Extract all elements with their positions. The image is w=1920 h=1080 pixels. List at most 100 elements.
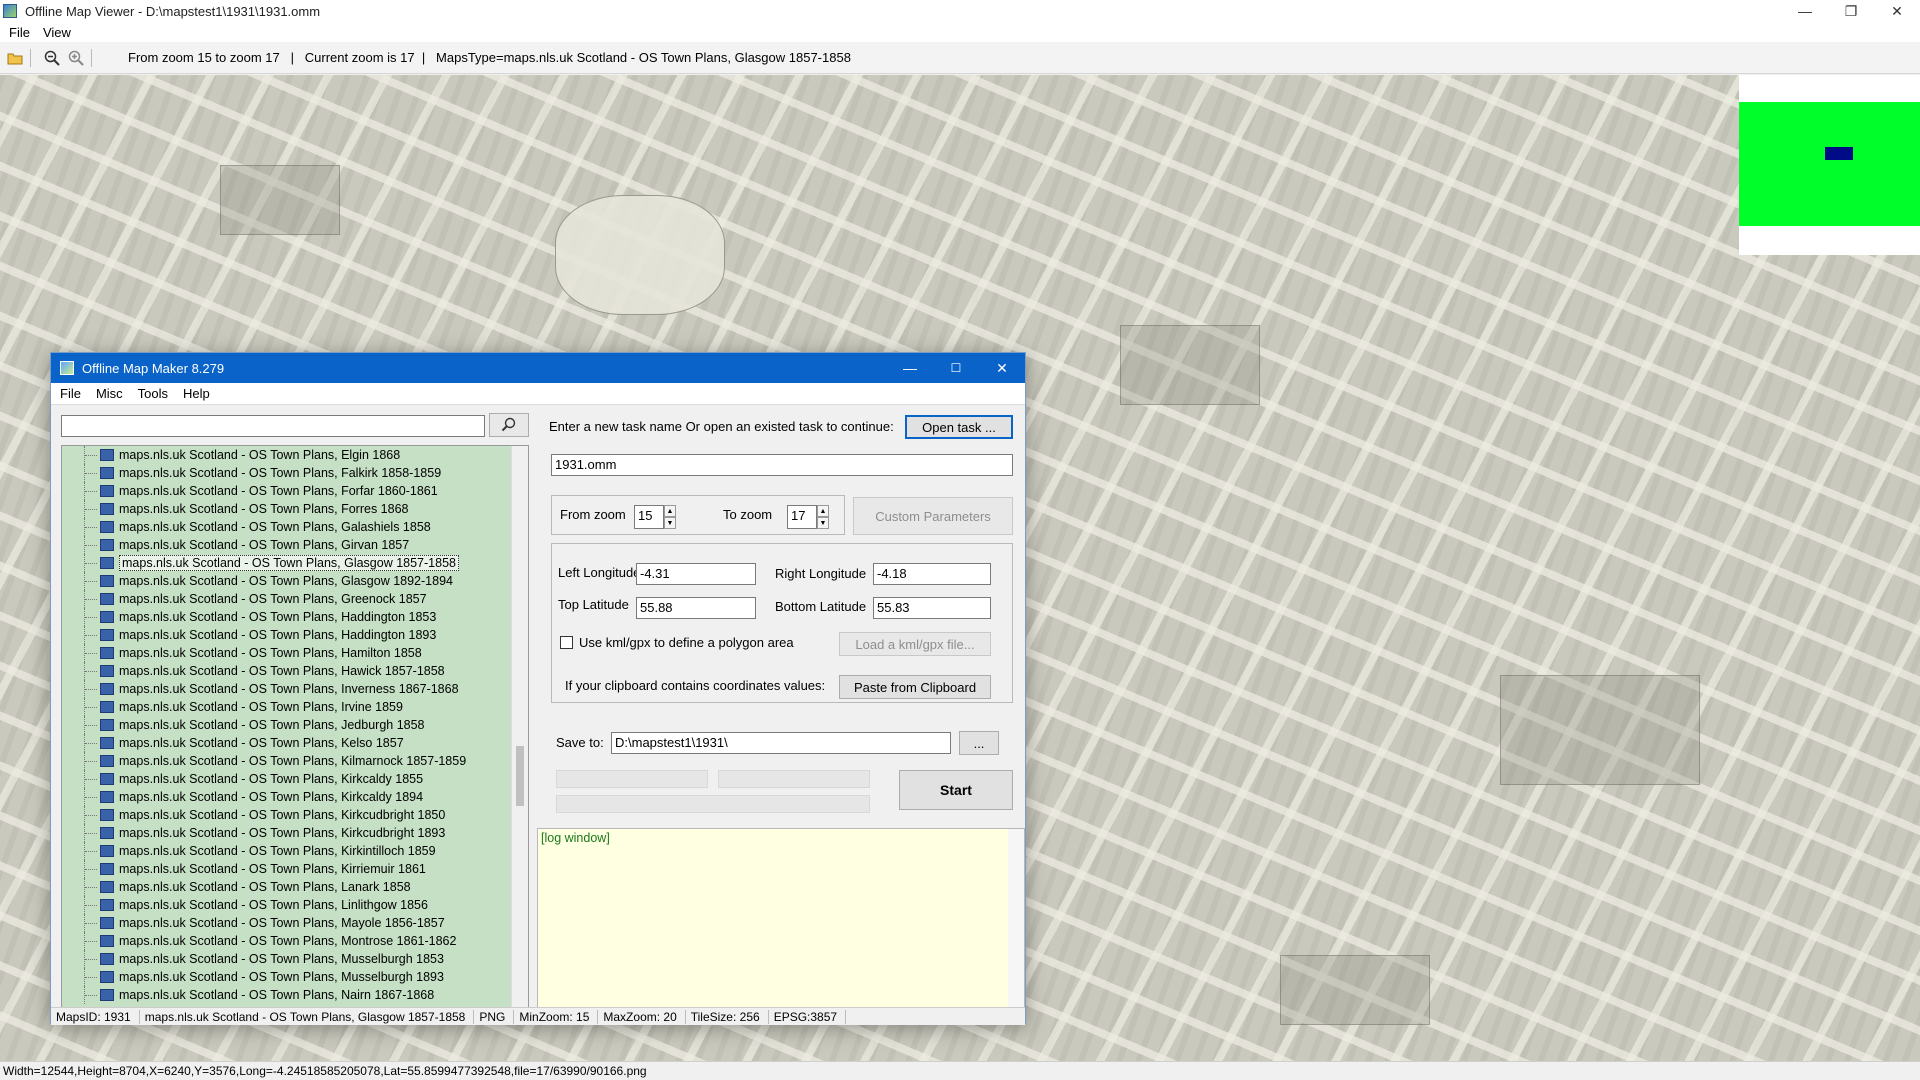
top-latitude-input[interactable]: 55.88 [636, 597, 756, 619]
map-search-input[interactable] [61, 415, 485, 437]
list-item[interactable]: maps.nls.uk Scotland - OS Town Plans, Gr… [62, 590, 507, 608]
list-item[interactable]: maps.nls.uk Scotland - OS Town Plans, Ga… [62, 518, 507, 536]
list-item-label: maps.nls.uk Scotland - OS Town Plans, Ha… [119, 646, 422, 660]
custom-parameters-button[interactable]: Custom Parameters [853, 497, 1013, 535]
list-item-label: maps.nls.uk Scotland - OS Town Plans, Ma… [119, 916, 445, 930]
list-item[interactable]: maps.nls.uk Scotland - OS Town Plans, Mu… [62, 968, 507, 986]
tree-connector [84, 770, 114, 788]
list-item[interactable]: maps.nls.uk Scotland - OS Town Plans, Je… [62, 716, 507, 734]
list-item-label: maps.nls.uk Scotland - OS Town Plans, Je… [119, 718, 425, 732]
list-item[interactable]: maps.nls.uk Scotland - OS Town Plans, Ha… [62, 608, 507, 626]
right-longitude-label: Right Longitude [775, 566, 867, 581]
list-item[interactable]: maps.nls.uk Scotland - OS Town Plans, El… [62, 446, 507, 464]
task-prompt-label: Enter a new task name Or open an existed… [549, 419, 894, 434]
paste-from-clipboard-button[interactable]: Paste from Clipboard [839, 675, 991, 699]
tree-connector [84, 464, 114, 482]
list-item-label: maps.nls.uk Scotland - OS Town Plans, Ki… [119, 754, 467, 768]
menu-view[interactable]: View [43, 25, 71, 40]
list-item[interactable]: maps.nls.uk Scotland - OS Town Plans, Ha… [62, 626, 507, 644]
start-button[interactable]: Start [899, 770, 1013, 810]
tree-connector [84, 950, 114, 968]
list-item[interactable]: maps.nls.uk Scotland - OS Town Plans, Ki… [62, 788, 507, 806]
list-item[interactable]: maps.nls.uk Scotland - OS Town Plans, Ki… [62, 770, 507, 788]
dialog-close-button[interactable]: ✕ [979, 353, 1025, 383]
dialog-menubar: File Misc Tools Help [51, 383, 1025, 405]
dialog-app-icon [60, 361, 74, 375]
restore-button[interactable]: ❐ [1828, 0, 1874, 22]
list-item-label: maps.nls.uk Scotland - OS Town Plans, Na… [119, 988, 435, 1002]
map-list-scrollbar[interactable] [511, 446, 528, 1007]
list-item[interactable]: maps.nls.uk Scotland - OS Town Plans, In… [62, 680, 507, 698]
log-scrollbar[interactable] [1008, 829, 1024, 1007]
list-item[interactable]: maps.nls.uk Scotland - OS Town Plans, Ir… [62, 698, 507, 716]
list-item-label: maps.nls.uk Scotland - OS Town Plans, Ha… [119, 628, 437, 642]
to-zoom-spinner[interactable]: ▲ ▼ [817, 505, 829, 529]
list-item[interactable]: maps.nls.uk Scotland - OS Town Plans, Li… [62, 896, 507, 914]
clipboard-label: If your clipboard contains coordinates v… [565, 678, 826, 693]
dialog-menu-file[interactable]: File [60, 386, 81, 401]
list-item[interactable]: maps.nls.uk Scotland - OS Town Plans, Gl… [62, 572, 507, 590]
to-zoom-input[interactable]: 17 [787, 505, 817, 529]
minimize-button[interactable]: — [1782, 0, 1828, 22]
right-longitude-input[interactable]: -4.18 [873, 563, 991, 585]
dialog-menu-misc[interactable]: Misc [96, 386, 123, 401]
list-item[interactable]: maps.nls.uk Scotland - OS Town Plans, Fa… [62, 464, 507, 482]
list-item[interactable]: maps.nls.uk Scotland - OS Town Plans, La… [62, 878, 507, 896]
to-zoom-label: To zoom [723, 507, 773, 522]
window-titlebar: Offline Map Viewer - D:\mapstest1\1931\1… [0, 0, 1920, 22]
task-name-input[interactable]: 1931.omm [551, 454, 1013, 476]
list-item-label: maps.nls.uk Scotland - OS Town Plans, Ki… [119, 790, 424, 804]
dialog-title: Offline Map Maker 8.279 [82, 360, 225, 376]
map-type-list[interactable]: maps.nls.uk Scotland - OS Town Plans, El… [61, 445, 529, 1008]
list-item[interactable]: maps.nls.uk Scotland - OS Town Plans, Ki… [62, 806, 507, 824]
browse-button[interactable]: ... [959, 731, 999, 755]
list-item[interactable]: maps.nls.uk Scotland - OS Town Plans, Ki… [62, 842, 507, 860]
save-to-input[interactable]: D:\mapstest1\1931\ [611, 732, 951, 754]
list-item[interactable]: maps.nls.uk Scotland - OS Town Plans, Ki… [62, 752, 507, 770]
dialog-maximize-button[interactable]: ☐ [933, 353, 979, 383]
list-item[interactable]: maps.nls.uk Scotland - OS Town Plans, Gi… [62, 536, 507, 554]
list-item[interactable]: maps.nls.uk Scotland - OS Town Plans, Fo… [62, 500, 507, 518]
list-item[interactable]: maps.nls.uk Scotland - OS Town Plans, Ha… [62, 662, 507, 680]
tree-connector [84, 716, 114, 734]
zoom-in-icon[interactable] [67, 49, 85, 67]
tree-connector [84, 536, 114, 554]
dialog-menu-tools[interactable]: Tools [138, 386, 168, 401]
left-longitude-input[interactable]: -4.31 [636, 563, 756, 585]
from-zoom-label: From zoom [560, 507, 626, 522]
bottom-latitude-input[interactable]: 55.83 [873, 597, 991, 619]
log-text: [log window] [541, 831, 610, 845]
list-item[interactable]: maps.nls.uk Scotland - OS Town Plans, Ha… [62, 644, 507, 662]
minimap[interactable] [1739, 75, 1920, 255]
log-window[interactable]: [log window] [537, 828, 1025, 1008]
list-item[interactable]: maps.nls.uk Scotland - OS Town Plans, Ke… [62, 734, 507, 752]
list-item[interactable]: maps.nls.uk Scotland - OS Town Plans, Mo… [62, 932, 507, 950]
list-item-label: maps.nls.uk Scotland - OS Town Plans, Ki… [119, 844, 436, 858]
list-item[interactable]: maps.nls.uk Scotland - OS Town Plans, Ki… [62, 860, 507, 878]
from-zoom-input[interactable]: 15 [634, 505, 664, 529]
search-button[interactable] [489, 413, 529, 437]
load-kml-button[interactable]: Load a kml/gpx file... [839, 632, 991, 656]
list-item[interactable]: maps.nls.uk Scotland - OS Town Plans, Na… [62, 986, 507, 1004]
kml-checkbox[interactable] [560, 636, 573, 649]
list-item[interactable]: maps.nls.uk Scotland - OS Town Plans, Ki… [62, 824, 507, 842]
menu-file[interactable]: File [9, 25, 30, 40]
list-item[interactable]: maps.nls.uk Scotland - OS Town Plans, Fo… [62, 482, 507, 500]
open-task-button[interactable]: Open task ... [905, 415, 1013, 439]
map-block [220, 165, 340, 235]
dialog-menu-help[interactable]: Help [183, 386, 210, 401]
zoom-out-icon[interactable] [43, 49, 61, 67]
open-folder-icon[interactable] [6, 49, 24, 67]
list-item-label: maps.nls.uk Scotland - OS Town Plans, Fa… [119, 466, 442, 480]
dialog-minimize-button[interactable]: — [887, 353, 933, 383]
close-button[interactable]: ✕ [1874, 0, 1920, 22]
map-list-scroll-thumb[interactable] [516, 746, 524, 806]
from-zoom-spinner[interactable]: ▲ ▼ [664, 505, 676, 529]
offline-map-maker-dialog: Offline Map Maker 8.279 — ☐ ✕ File Misc … [50, 352, 1026, 1025]
status-max-zoom: MaxZoom: 20 [598, 1009, 686, 1024]
list-item[interactable]: maps.nls.uk Scotland - OS Town Plans, Mu… [62, 950, 507, 968]
list-item[interactable]: maps.nls.uk Scotland - OS Town Plans, Gl… [62, 554, 507, 572]
kml-label: Use kml/gpx to define a polygon area [579, 635, 794, 650]
tree-connector [84, 680, 114, 698]
list-item[interactable]: maps.nls.uk Scotland - OS Town Plans, Ma… [62, 914, 507, 932]
